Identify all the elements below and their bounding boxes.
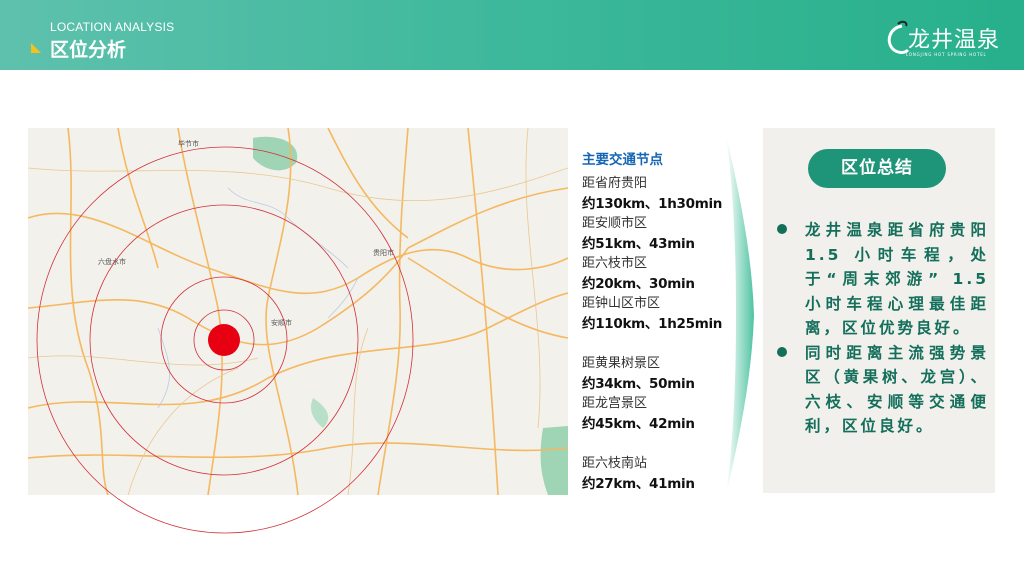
node-item: 距省府贵阳约130km、1h30min: [582, 174, 732, 214]
node-label: 距省府贵阳: [582, 176, 648, 191]
nodes-title: 主要交通节点: [582, 152, 663, 168]
node-value: 约110km、1h25min: [582, 316, 723, 332]
node-item: 距黄果树景区约34km、50min: [582, 354, 732, 394]
node-value: 约34km、50min: [582, 376, 695, 392]
node-label: 距钟山区市区: [582, 296, 661, 311]
node-item: 距钟山区市区约110km、1h25min: [582, 294, 732, 334]
map-label: 毕节市: [178, 139, 199, 148]
node-item: 距安顺市区约51km、43min: [582, 214, 732, 254]
logo-subtext: LONGJING HOT SPRING HOTEL: [906, 52, 987, 57]
bullet-dot-icon: [777, 224, 787, 234]
page-title: 区位分析: [50, 39, 127, 61]
map-label: 安顺市: [271, 318, 292, 327]
chevron-arrow-icon: [726, 135, 754, 495]
brand-logo: 龙井温泉 LONGJING HOT SPRING HOTEL: [886, 20, 1024, 60]
logo-swirl-icon: [887, 20, 910, 54]
node-label: 距黄果树景区: [582, 356, 661, 371]
node-item: 距六枝南站约27km、41min: [582, 454, 732, 494]
node-value: 约20km、30min: [582, 276, 695, 292]
node-item: 距龙宫景区约45km、42min: [582, 394, 732, 434]
header-subtitle: LOCATION ANALYSIS: [50, 20, 175, 34]
node-value: 约130km、1h30min: [582, 196, 723, 212]
node-value: 约27km、41min: [582, 476, 695, 492]
node-label: 距六枝南站: [582, 456, 648, 471]
node-item: 距六枝市区约20km、30min: [582, 254, 732, 294]
summary-panel: 区位总结 龙井温泉距省府贵阳 1.5 小时车程，处于“周末郊游” 1.5 小时车…: [763, 128, 995, 493]
summary-title: 区位总结: [808, 149, 946, 188]
node-label: 距安顺市区: [582, 216, 648, 231]
map-label: 六盘水市: [98, 257, 126, 266]
transport-nodes: 主要交通节点 距省府贵阳约130km、1h30min 距安顺市区约51km、43…: [582, 148, 732, 494]
header-bar: LOCATION ANALYSIS 区位分析 龙井温泉 LONGJING HOT…: [0, 0, 1024, 70]
bullet-text: 同时距离主流强势景区（黄果树、龙宫）、六枝、安顺等交通便利，区位良好。: [805, 343, 989, 436]
logo-text: 龙井温泉: [908, 28, 1001, 53]
node-value: 约45km、42min: [582, 416, 695, 432]
location-map[interactable]: 毕节市 六盘水市 安顺市 贵阳市: [27, 127, 569, 496]
node-value: 约51km、43min: [582, 236, 695, 252]
title-triangle-icon: [31, 43, 41, 53]
bullet-text: 龙井温泉距省府贵阳 1.5 小时车程，处于“周末郊游” 1.5 小时车程心理最佳…: [805, 221, 989, 337]
node-label: 距龙宫景区: [582, 396, 648, 411]
summary-bullet: 龙井温泉距省府贵阳 1.5 小时车程，处于“周末郊游” 1.5 小时车程心理最佳…: [777, 218, 989, 341]
map-label: 贵阳市: [373, 248, 394, 257]
bullet-dot-icon: [777, 346, 787, 357]
summary-bullet: 同时距离主流强势景区（黄果树、龙宫）、六枝、安顺等交通便利，区位良好。: [777, 341, 989, 439]
node-label: 距六枝市区: [582, 256, 648, 271]
